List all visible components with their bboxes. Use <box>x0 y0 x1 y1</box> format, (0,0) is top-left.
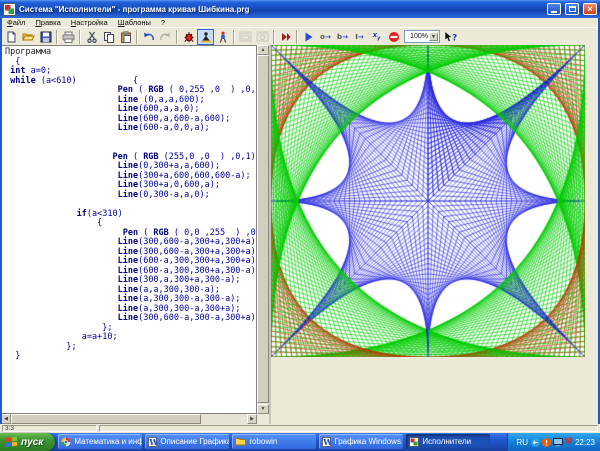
svg-text:?: ? <box>452 33 457 43</box>
toolbar-button-figure[interactable] <box>214 29 231 45</box>
status-bar: 3:3 <box>0 424 600 433</box>
graphics-canvas <box>271 45 585 357</box>
executors-app-icon <box>409 437 419 447</box>
clock: 22:23 <box>575 438 595 447</box>
start-button[interactable]: пуск <box>0 433 55 451</box>
toolbar-button-window-a[interactable] <box>237 29 254 45</box>
toolbar-button-run[interactable] <box>300 29 317 45</box>
toolbar-separator <box>56 30 58 44</box>
toolbar-button-copy[interactable] <box>100 29 117 45</box>
status-message <box>99 425 598 432</box>
title-bar: Система "Исполнители" - программа кривая… <box>0 0 600 18</box>
scrollbar-corner <box>257 414 269 424</box>
application-window: Система "Исполнители" - программа кривая… <box>0 0 600 451</box>
menu-bar: ФайлПравкаНастройкаШаблоны? <box>2 18 598 27</box>
window-border-left <box>0 18 2 433</box>
system-tray: RU V 22:23 <box>507 433 600 451</box>
taskbar-task-1[interactable]: Математика и инфо... <box>58 434 142 449</box>
taskbar-task-5[interactable]: Исполнители <box>406 434 490 449</box>
code-editor[interactable]: Программа { int a=0; while (a<610) { Pen… <box>1 45 257 414</box>
toolbar-separator <box>233 30 235 44</box>
toolbar-button-variables[interactable]: xy <box>368 29 385 45</box>
tray-icons: V <box>531 437 572 447</box>
antivirus-icon[interactable]: V <box>565 437 572 447</box>
toolbar-button-step-over[interactable]: o→ <box>317 29 334 45</box>
toolbar-button-new[interactable] <box>3 29 20 45</box>
close-button[interactable]: × <box>583 3 597 15</box>
svg-text:W: W <box>323 437 332 447</box>
toolbar: o→b→I→xy 100%▼? <box>2 27 598 45</box>
toolbar-button-step-out[interactable]: I→ <box>351 29 368 45</box>
horizontal-scrollbar[interactable]: ◀ ▶ <box>1 414 257 424</box>
toolbar-button-help[interactable]: ? <box>442 29 459 45</box>
toolbar-button-save[interactable] <box>37 29 54 45</box>
toolbar-separator <box>176 30 178 44</box>
windows-flag-icon <box>5 435 18 450</box>
security-alert-icon[interactable] <box>542 438 551 447</box>
restore-button[interactable] <box>565 3 579 15</box>
taskbar-tasks: Математика и инфо...WОписание Графика ..… <box>55 433 490 451</box>
zoom-dropdown-arrow-icon[interactable]: ▼ <box>429 32 438 41</box>
status-cursor-position: 3:3 <box>2 425 97 432</box>
zoom-level-value: 100% <box>406 33 428 40</box>
toolbar-button-undo[interactable] <box>140 29 157 45</box>
vertical-scrollbar-thumb[interactable] <box>257 55 269 403</box>
toolbar-button-cut[interactable] <box>83 29 100 45</box>
taskbar-task-label: Исполнители <box>422 437 471 446</box>
minimize-button[interactable] <box>547 3 561 15</box>
horizontal-scrollbar-thumb[interactable] <box>11 414 201 424</box>
vertical-scrollbar[interactable]: ▲ ▼ <box>257 45 269 414</box>
scroll-up-icon[interactable]: ▲ <box>257 45 269 55</box>
toolbar-separator <box>296 30 298 44</box>
toolbar-button-step-into[interactable]: b→ <box>334 29 351 45</box>
taskbar-task-label: robowin <box>249 437 277 446</box>
toolbar-button-run-fast[interactable] <box>277 29 294 45</box>
application-icon[interactable] <box>3 3 16 16</box>
taskbar-task-2[interactable]: WОписание Графика ... <box>145 434 229 449</box>
toolbar-button-paste[interactable] <box>117 29 134 45</box>
toolbar-button-open[interactable] <box>20 29 37 45</box>
toolbar-button-print[interactable] <box>60 29 77 45</box>
toolbar-separator <box>79 30 81 44</box>
window-title: Система "Исполнители" - программа кривая… <box>19 5 543 14</box>
menu-item-2[interactable]: Правка <box>30 18 65 27</box>
folder-icon <box>235 437 246 446</box>
taskbar-task-3[interactable]: robowin <box>232 434 316 449</box>
display-icon[interactable] <box>553 438 563 447</box>
toolbar-button-stop[interactable] <box>385 29 402 45</box>
word-document-icon: W <box>322 437 331 447</box>
svg-text:W: W <box>149 437 158 447</box>
toolbar-button-draftsman[interactable] <box>197 29 214 45</box>
taskbar-task-label: Математика и инфо... <box>74 437 142 446</box>
toolbar-button-redo[interactable] <box>157 29 174 45</box>
scroll-down-icon[interactable]: ▼ <box>257 404 269 414</box>
taskbar-task-label: Описание Графика ... <box>160 437 229 446</box>
taskbar-task-label: Графика Windows <box>334 437 401 446</box>
toolbar-separator <box>136 30 138 44</box>
scroll-right-icon[interactable]: ▶ <box>247 414 257 424</box>
taskbar-task-4[interactable]: WГрафика Windows <box>319 434 403 449</box>
start-label: пуск <box>21 437 43 448</box>
word-document-icon: W <box>148 437 157 447</box>
browser-icon <box>61 437 71 447</box>
scroll-left-icon[interactable]: ◀ <box>1 414 11 424</box>
menu-item-1[interactable]: Файл <box>2 18 30 27</box>
toolbar-button-window-b[interactable] <box>254 29 271 45</box>
zoom-level-select[interactable]: 100%▼ <box>404 30 440 43</box>
language-indicator-icon[interactable] <box>531 438 540 447</box>
language-label[interactable]: RU <box>516 438 528 447</box>
menu-item-4[interactable]: Шаблоны <box>113 18 156 27</box>
toolbar-button-robot[interactable] <box>180 29 197 45</box>
taskbar: пуск Математика и инфо...WОписание Графи… <box>0 433 600 451</box>
toolbar-separator <box>273 30 275 44</box>
graphics-panel <box>271 45 600 424</box>
menu-item-3[interactable]: Настройка <box>66 18 113 27</box>
menu-item-5[interactable]: ? <box>156 18 170 27</box>
